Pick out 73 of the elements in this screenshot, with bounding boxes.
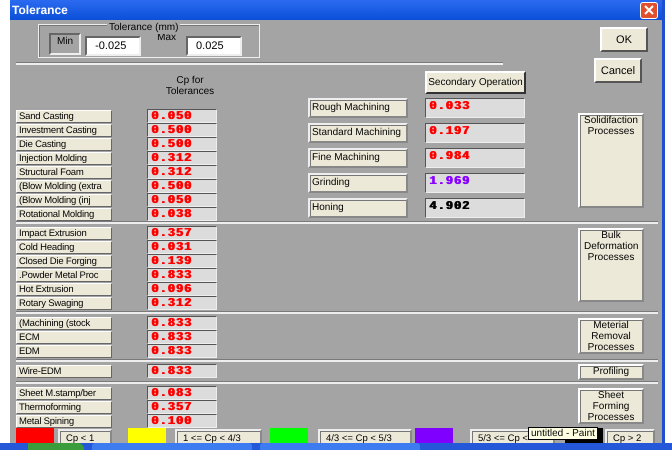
cp-value: 0.833 [151,345,192,357]
group-title: Tolerance (mm) [107,22,180,34]
cp-value: 0.500 [151,138,192,150]
tooltip: untitled - Paint [528,427,598,440]
legend-label: 4/3 <= Cp < 5/3 [318,429,412,443]
operation-label[interactable]: Fine Machining [308,148,408,168]
group-button[interactable]: Meterial Removal Processes [578,318,644,354]
cp-value: 0.139 [151,255,192,267]
process-label[interactable]: (Blow Molding (extra [16,180,112,192]
process-label[interactable]: (Blow Molding (inj [16,194,112,206]
cp-value: 0.050 [151,194,192,206]
cp-value: 0.031 [151,241,192,253]
process-label[interactable]: Sand Casting [16,110,112,122]
cp-value: 0.100 [151,415,192,427]
process-label[interactable]: Structural Foam [16,166,112,178]
cp-value: 0.197 [429,125,470,137]
column-heading: Cp for Tolerances [164,74,216,99]
cp-value: 0.500 [151,180,192,192]
process-label[interactable]: Wire-EDM [16,364,112,378]
operation-label[interactable]: Grinding [308,173,408,193]
cp-value: 0.833 [151,331,192,343]
process-label[interactable]: EDM [16,344,112,358]
cp-value: 1.969 [429,175,470,187]
legend-label: Cp < 1 [58,429,112,443]
process-label[interactable]: ECM [16,330,112,344]
cp-value: 0.312 [151,297,192,309]
process-label[interactable]: Closed Die Forging [16,254,112,268]
cp-value: 0.500 [151,124,192,136]
group-button[interactable]: Solidifaction Processes [578,113,644,208]
cp-value: 0.833 [151,269,192,281]
process-label[interactable]: Thermoforming [16,400,112,414]
operation-label[interactable]: Honing [308,198,408,218]
group-button[interactable]: Bulk Deformation Processes [578,228,644,302]
cp-value: 0.050 [151,110,192,122]
group-button[interactable]: Sheet Forming Processes [578,388,644,424]
cancel-button[interactable]: Cancel [594,58,642,83]
cp-value: 0.357 [151,401,192,413]
process-label[interactable]: Metal Spining [16,414,112,428]
close-button[interactable] [640,2,658,18]
min-label: Min [49,33,82,55]
legend-label: 1 <= Cp < 4/3 [175,429,262,443]
cp-value: 0.038 [151,208,192,220]
process-label[interactable]: Rotational Molding [16,208,112,220]
process-label[interactable]: Impact Extrusion [16,226,112,240]
process-label[interactable]: Cold Heading [16,240,112,254]
ok-button[interactable]: OK [600,27,648,52]
process-label[interactable]: Sheet M.stamp/ber [16,386,112,400]
close-icon [644,5,654,15]
max-input[interactable]: 0.025 [186,36,242,56]
secondary-operation-button[interactable]: Secondary Operation [425,71,526,94]
process-label[interactable]: (Machining (stock [16,316,112,330]
process-label[interactable]: .Powder Metal Proc [16,268,112,282]
legend-label: Cp > 2 [605,429,655,443]
window-title: Tolerance [12,3,68,17]
operation-label[interactable]: Standard Machining [308,123,408,143]
process-label[interactable]: Die Casting [16,138,112,150]
cp-value: 0.984 [429,150,470,162]
process-label[interactable]: Rotary Swaging [16,296,112,310]
min-input[interactable]: -0.025 [85,36,142,56]
cp-value: 0.357 [151,227,192,239]
cp-value: 0.083 [151,387,192,399]
operation-label[interactable]: Rough Machining [308,98,408,118]
cp-value: 0.096 [151,283,192,295]
cp-value: 0.312 [151,166,192,178]
process-label[interactable]: Injection Molding [16,152,112,164]
group-button[interactable]: Profiling [578,364,644,380]
cp-value: 0.833 [151,317,192,329]
process-label[interactable]: Investment Casting [16,124,112,136]
cp-value: 0.312 [151,152,192,164]
cp-value: 4.902 [429,200,470,212]
cp-value: 0.033 [429,100,470,112]
cp-value: 0.833 [151,365,192,377]
process-label[interactable]: Hot Extrusion [16,282,112,296]
